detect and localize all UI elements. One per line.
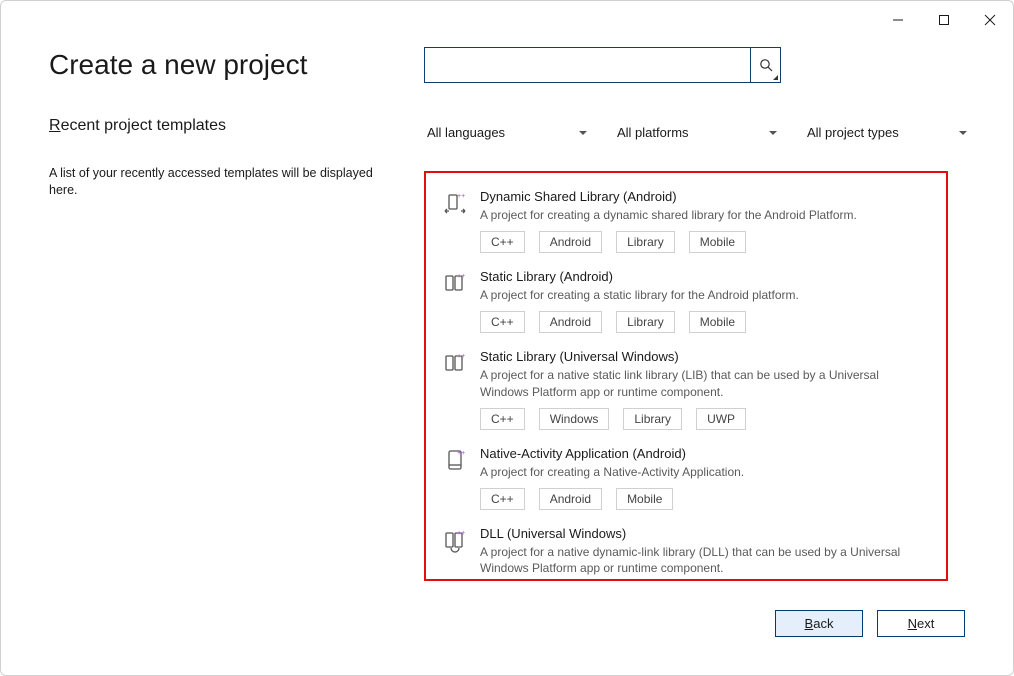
templates-list: ++ Dynamic Shared Library (Android) A proj… (424, 171, 948, 581)
filter-language-label: All languages (427, 125, 505, 140)
svg-text:++: ++ (457, 273, 465, 280)
template-tag: Android (539, 311, 602, 333)
template-title: Dynamic Shared Library (Android) (480, 189, 930, 204)
template-tag: C++ (480, 408, 525, 430)
template-tag: Android (539, 231, 602, 253)
template-tags: C++ Android Library Mobile (480, 311, 930, 333)
template-title: Native-Activity Application (Android) (480, 446, 930, 461)
page-title: Create a new project (49, 49, 424, 81)
template-item[interactable]: ++ Dynamic Shared Library (Android) A proj… (436, 185, 936, 259)
template-description: A project for creating a Native-Activity… (480, 464, 930, 480)
template-tags: C++ Android Library Mobile (480, 231, 930, 253)
static-lib-icon: ++ (442, 269, 470, 333)
template-title: Static Library (Android) (480, 269, 930, 284)
chevron-down-icon (959, 131, 967, 135)
minimize-button[interactable] (875, 4, 921, 36)
recent-templates-panel: Recent project templates A list of your … (49, 117, 389, 199)
template-item[interactable]: ++ Static Library (Android) A project for … (436, 265, 936, 339)
template-tag: Library (623, 408, 682, 430)
native-activity-icon: ++ (442, 446, 470, 510)
template-tag: Mobile (689, 311, 746, 333)
maximize-button[interactable] (921, 4, 967, 36)
search-button[interactable] (750, 48, 780, 82)
search-input[interactable] (425, 48, 750, 82)
template-title: Static Library (Universal Windows) (480, 349, 930, 364)
template-description: A project for creating a static library … (480, 287, 930, 303)
template-description: A project for a native static link libra… (480, 367, 930, 399)
template-item[interactable]: ++ Static Library (Universal Windows) A pr… (436, 345, 936, 435)
template-title: DLL (Universal Windows) (480, 526, 930, 541)
svg-text:++: ++ (457, 530, 465, 537)
close-button[interactable] (967, 4, 1013, 36)
dynamic-lib-icon: ++ (442, 189, 470, 253)
static-lib-uwp-icon: ++ (442, 349, 470, 429)
template-item[interactable]: ++ DLL (Universal Windows) A project for a… (436, 522, 936, 581)
template-tag: Mobile (616, 488, 673, 510)
template-tag: Android (539, 488, 602, 510)
recent-templates-heading: Recent project templates (49, 117, 389, 135)
svg-text:++: ++ (457, 450, 465, 457)
back-button[interactable]: Back (775, 610, 863, 637)
dll-uwp-icon: ++ (442, 526, 470, 581)
next-button[interactable]: Next (877, 610, 965, 637)
filter-language[interactable]: All languages (427, 125, 587, 140)
filter-platform[interactable]: All platforms (617, 125, 777, 140)
template-tag: Windows (539, 408, 610, 430)
recent-templates-description: A list of your recently accessed templat… (49, 165, 389, 199)
svg-text:++: ++ (457, 193, 465, 200)
template-description: A project for creating a dynamic shared … (480, 207, 930, 223)
template-description: A project for a native dynamic-link libr… (480, 544, 930, 576)
template-tag: C++ (480, 231, 525, 253)
template-tag: C++ (480, 311, 525, 333)
chevron-down-icon (769, 131, 777, 135)
window-titlebar (1, 1, 1013, 39)
template-tag: Mobile (689, 231, 746, 253)
search-icon (759, 58, 773, 72)
template-tags: C++ Android Mobile (480, 488, 930, 510)
filter-platform-label: All platforms (617, 125, 689, 140)
filter-type-label: All project types (807, 125, 899, 140)
template-tag: C++ (480, 488, 525, 510)
template-tag: UWP (696, 408, 746, 430)
template-item[interactable]: ++ Native-Activity Application (Android) A… (436, 442, 936, 516)
chevron-down-icon (579, 131, 587, 135)
template-tag: Library (616, 231, 675, 253)
search-box[interactable] (424, 47, 781, 83)
filter-type[interactable]: All project types (807, 125, 967, 140)
template-tag: Library (616, 311, 675, 333)
dropdown-triangle-icon (773, 75, 778, 80)
svg-text:++: ++ (457, 353, 465, 360)
template-tags: C++ Windows Library UWP (480, 408, 930, 430)
